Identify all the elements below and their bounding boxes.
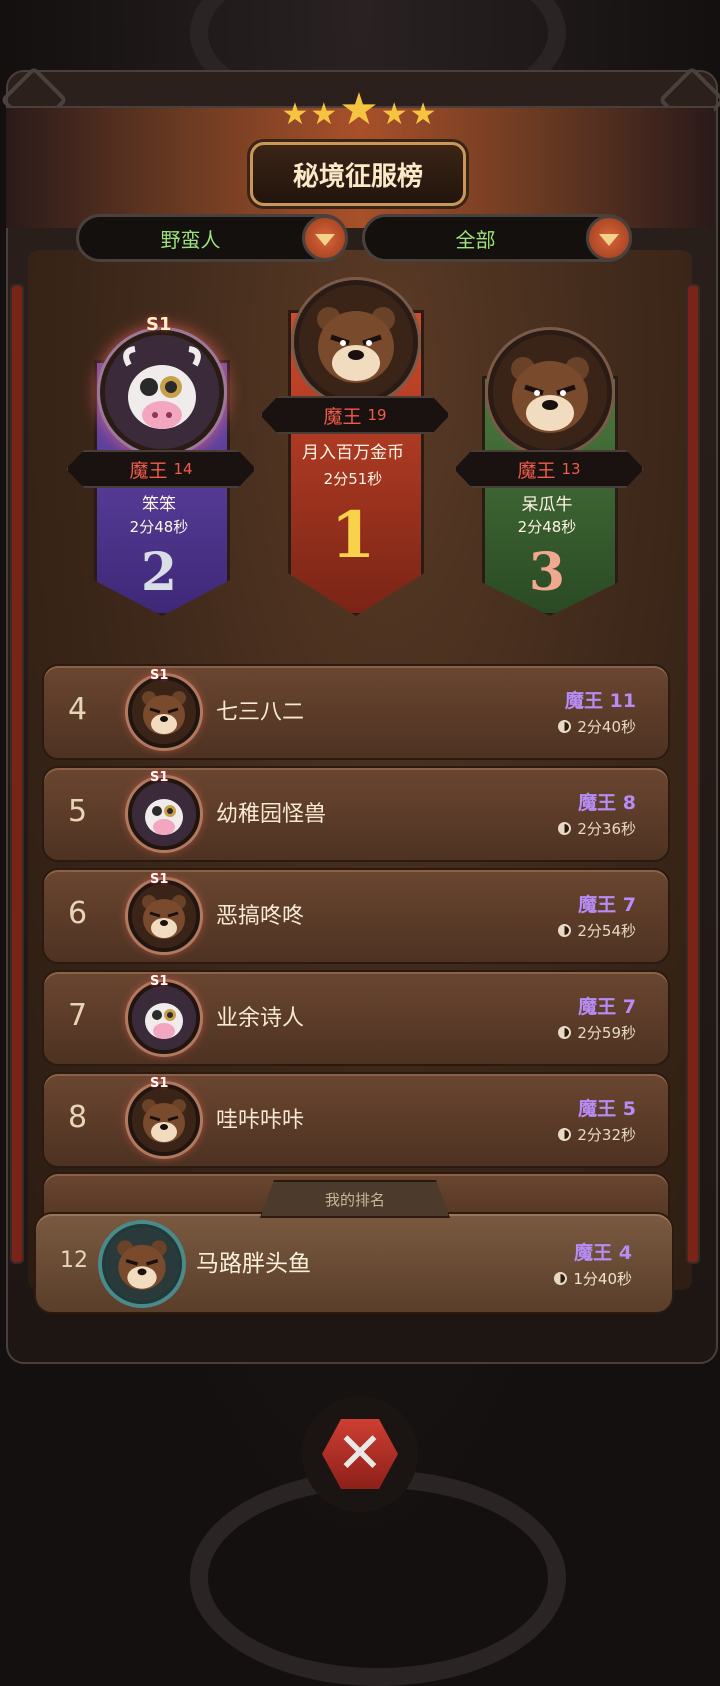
- rank-number: 5: [68, 794, 88, 829]
- star-icon: ★: [281, 97, 311, 132]
- rank-number: 4: [68, 692, 88, 727]
- boss-level: 13: [561, 460, 581, 478]
- rank-number: 7: [68, 998, 88, 1033]
- my-rank-number: 12: [60, 1248, 88, 1273]
- clear-time: 2分54秒: [558, 920, 636, 941]
- cow-avatar-icon: [100, 330, 224, 454]
- bear-avatar-icon: [102, 1224, 182, 1304]
- boss-label: 魔王: [323, 405, 362, 428]
- class-filter-dropdown[interactable]: 野蛮人: [76, 214, 348, 262]
- rank-number: 1: [330, 498, 376, 573]
- scope-filter-dropdown[interactable]: 全部: [362, 214, 632, 262]
- boss-level-bar: 魔王 19: [260, 396, 450, 434]
- cow-avatar-icon: [128, 982, 200, 1054]
- player-name: 恶搞咚咚: [216, 904, 305, 929]
- star-icon: ★: [339, 84, 381, 135]
- season-badge: S1: [150, 770, 169, 785]
- class-filter-label: 野蛮人: [160, 227, 221, 252]
- boss-level: 魔王 5: [578, 1098, 636, 1120]
- player-name: 笨笨: [142, 495, 176, 515]
- player-name: 呆瓜牛: [521, 495, 573, 515]
- close-icon[interactable]: ✕: [322, 1419, 398, 1489]
- my-player-name: 马路胖头鱼: [196, 1251, 311, 1277]
- rank-number: 2: [140, 542, 178, 603]
- boss-level-bar: 魔王 13: [454, 450, 644, 488]
- my-rank-tab: 我的排名: [260, 1180, 450, 1218]
- boss-level-bar: 魔王 14: [66, 450, 256, 488]
- star-icon: ★: [380, 97, 410, 132]
- season-badge: S1: [150, 668, 169, 683]
- cow-avatar-icon: [128, 778, 200, 850]
- leaderboard-row[interactable]: 4 S1 七三八二 魔王 11 2分40秒: [42, 664, 670, 760]
- bear-avatar-icon: [128, 1084, 200, 1156]
- scope-filter-label: 全部: [455, 227, 496, 252]
- leaderboard-row[interactable]: 5 S1 幼稚园怪兽 魔王 8 2分36秒: [42, 766, 670, 862]
- clear-time: 2分51秒: [323, 470, 383, 488]
- rank-number: 6: [68, 896, 88, 931]
- player-name: 幼稚园怪兽: [216, 802, 327, 827]
- clock-icon: [558, 1128, 572, 1141]
- season-badge: S1: [150, 974, 169, 989]
- boss-level: 魔王 7: [578, 996, 636, 1018]
- boss-level: 魔王 8: [578, 792, 636, 814]
- chevron-down-icon[interactable]: [586, 215, 632, 261]
- my-clear-time: 1分40秒: [554, 1268, 632, 1289]
- clear-time: 2分48秒: [129, 518, 189, 536]
- boss-level: 14: [173, 460, 193, 478]
- season-badge: S1: [146, 314, 172, 335]
- chevron-down-icon[interactable]: [302, 215, 348, 261]
- left-side-rail: [10, 284, 24, 1264]
- season-badge: S1: [150, 872, 169, 887]
- clock-icon: [558, 720, 572, 733]
- bear-avatar-icon: [128, 676, 200, 748]
- boss-level: 魔王 11: [564, 690, 636, 712]
- player-name: 七三八二: [216, 700, 305, 725]
- right-side-rail: [686, 284, 700, 1264]
- my-boss-level: 魔王 4: [574, 1242, 632, 1264]
- player-name: 哇咔咔咔: [216, 1108, 305, 1133]
- page-title: 秘境征服榜: [250, 142, 466, 206]
- clock-icon: [558, 822, 572, 835]
- leaderboard-row[interactable]: 8 S1 哇咔咔咔 魔王 5 2分32秒: [42, 1072, 670, 1168]
- boss-label: 魔王: [517, 459, 556, 482]
- leaderboard-row[interactable]: 6 S1 恶搞咚咚 魔王 7 2分54秒: [42, 868, 670, 964]
- rank-number: 3: [528, 542, 566, 603]
- clock-icon: [554, 1272, 568, 1285]
- my-rank-row[interactable]: 12 马路胖头鱼 魔王 4 1分40秒: [34, 1212, 674, 1314]
- clear-time: 2分36秒: [558, 818, 636, 839]
- clock-icon: [558, 924, 572, 937]
- close-button[interactable]: ✕: [302, 1396, 418, 1512]
- clear-time: 2分40秒: [558, 716, 636, 737]
- clear-time: 2分32秒: [558, 1124, 636, 1145]
- bear-avatar-icon: [294, 280, 418, 404]
- player-name: 业余诗人: [216, 1006, 305, 1031]
- boss-level: 19: [367, 406, 387, 424]
- boss-label: 魔王: [129, 459, 168, 482]
- clock-icon: [558, 1026, 572, 1039]
- star-icon: ★: [409, 97, 439, 132]
- bear-avatar-icon: [488, 330, 612, 454]
- clear-time: 2分48秒: [517, 518, 577, 536]
- player-name: 月入百万金币: [302, 443, 404, 463]
- season-badge: S1: [150, 1076, 169, 1091]
- leaderboard-row[interactable]: 7 S1 业余诗人 魔王 7 2分59秒: [42, 970, 670, 1066]
- star-icon: ★: [310, 97, 340, 132]
- rating-stars: ★★★★★: [0, 84, 720, 135]
- rank-number: 8: [68, 1100, 88, 1135]
- clear-time: 2分59秒: [558, 1022, 636, 1043]
- bear-avatar-icon: [128, 880, 200, 952]
- boss-level: 魔王 7: [578, 894, 636, 916]
